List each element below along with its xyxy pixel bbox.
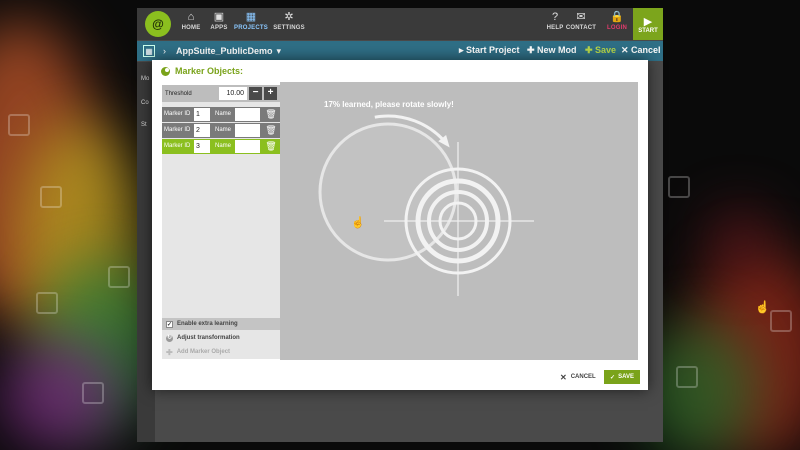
play-icon: ▶: [643, 15, 653, 28]
plus-icon: ✚: [166, 347, 173, 357]
marker-name-input[interactable]: [235, 124, 260, 137]
cancel-button[interactable]: ✕ Cancel: [621, 45, 661, 56]
marker-name-input[interactable]: [235, 140, 260, 153]
threshold-row: Threshold 10.00 − +: [162, 85, 280, 102]
projects-icon: ▦: [245, 11, 257, 23]
new-mod-button[interactable]: ✚ New Mod: [527, 45, 577, 56]
marker-id-input[interactable]: 3: [194, 140, 210, 153]
start-button[interactable]: ▶ START: [633, 8, 663, 40]
marker-name-input[interactable]: [235, 108, 260, 121]
side-panel-item[interactable]: St: [141, 122, 147, 128]
home-icon: ⌂: [187, 11, 195, 23]
side-panel-item[interactable]: Mo: [141, 76, 149, 82]
rotation-guide-graphic: ☝: [318, 114, 534, 296]
extra-learning-label: Enable extra learning: [177, 321, 238, 327]
nav-login-label: LOGIN: [607, 25, 627, 31]
dialog-title: Marker Objects:: [161, 66, 243, 76]
nav-login[interactable]: 🔒 LOGIN: [597, 10, 637, 31]
top-navigation-bar: @ ⌂ HOME ▣ APPS ▦ PROJECTS ✲ SETTINGS ? …: [137, 8, 663, 40]
enable-extra-learning-checkbox[interactable]: ✓ Enable extra learning: [162, 318, 280, 330]
marker-row[interactable]: Marker ID 1 Name 🗑: [162, 107, 280, 122]
dialog-save-label: SAVE: [618, 374, 634, 380]
marker-name-label: Name: [215, 127, 232, 133]
camera-viewport[interactable]: 17% learned, please rotate slowly! ☝: [280, 82, 638, 360]
marker-id-label: Marker ID: [164, 143, 191, 149]
grid-menu-icon[interactable]: ▦: [143, 45, 155, 57]
adjust-transformation-button[interactable]: ↻ Adjust transformation: [162, 332, 280, 344]
marker-name-label: Name: [215, 111, 232, 117]
start-label: START: [638, 27, 658, 34]
help-icon: ?: [551, 11, 559, 23]
marker-id-input[interactable]: 1: [194, 108, 210, 121]
threshold-decrease-button[interactable]: −: [249, 87, 262, 100]
apps-icon: ▣: [213, 11, 225, 23]
adjust-transformation-label: Adjust transformation: [177, 335, 240, 341]
project-name[interactable]: AppSuite_PublicDemo: [176, 46, 273, 56]
lock-icon: 🔒: [610, 11, 624, 23]
marker-row-selected[interactable]: Marker ID 3 Name 🗑: [162, 139, 280, 154]
nav-home-label: HOME: [181, 25, 201, 31]
marker-name-label: Name: [215, 143, 232, 149]
nav-projects[interactable]: ▦ PROJECTS: [231, 10, 271, 31]
chevron-right-icon: ›: [163, 46, 166, 56]
side-panel-item[interactable]: Co: [141, 100, 149, 106]
save-button[interactable]: ✚ Save: [585, 45, 616, 56]
threshold-increase-button[interactable]: +: [264, 87, 277, 100]
dialog-cancel-label: CANCEL: [570, 374, 596, 380]
checkbox-icon: ✓: [166, 320, 173, 328]
hand-cursor-icon: ☝: [351, 215, 365, 229]
trash-icon[interactable]: 🗑: [265, 125, 277, 136]
nav-contact[interactable]: ✉ CONTACT: [561, 10, 601, 31]
marker-id-label: Marker ID: [164, 111, 191, 117]
mouse-cursor-icon: ☝: [755, 300, 770, 314]
marker-icon: [161, 66, 170, 76]
gear-icon: ✲: [284, 11, 294, 23]
nav-apps-label: APPS: [210, 25, 228, 31]
marker-list-panel: Threshold 10.00 − + Marker ID 1 Name 🗑 M…: [162, 85, 280, 359]
nav-projects-label: PROJECTS: [234, 25, 268, 31]
add-marker-object-button[interactable]: ✚ Add Marker Object: [162, 346, 280, 358]
marker-id-label: Marker ID: [164, 127, 191, 133]
nav-contact-label: CONTACT: [565, 25, 597, 31]
dialog-title-text: Marker Objects:: [175, 66, 244, 76]
app-logo[interactable]: @: [145, 11, 171, 37]
transform-icon: ↻: [166, 334, 173, 342]
nav-settings[interactable]: ✲ SETTINGS: [269, 10, 309, 31]
threshold-input[interactable]: 10.00: [219, 87, 247, 100]
dialog-cancel-button[interactable]: ✕ CANCEL: [560, 370, 596, 384]
marker-objects-dialog: Marker Objects: Threshold 10.00 − + Mark…: [152, 60, 648, 390]
threshold-label: Threshold: [165, 90, 192, 97]
close-icon: ✕: [560, 372, 567, 382]
nav-settings-label: SETTINGS: [273, 25, 305, 31]
start-project-button[interactable]: ▸ Start Project: [459, 45, 520, 56]
chevron-down-icon[interactable]: ▾: [277, 46, 282, 57]
project-bar: ▦ › AppSuite_PublicDemo ▾ ▸ Start Projec…: [137, 41, 663, 61]
check-icon: ✓: [610, 374, 616, 381]
mail-icon: ✉: [576, 11, 586, 23]
marker-id-input[interactable]: 2: [194, 124, 210, 137]
trash-icon[interactable]: 🗑: [265, 109, 277, 120]
add-marker-label: Add Marker Object: [176, 349, 231, 355]
trash-icon[interactable]: 🗑: [265, 141, 277, 152]
dialog-save-button[interactable]: ✓ SAVE: [604, 370, 640, 384]
marker-row[interactable]: Marker ID 2 Name 🗑: [162, 123, 280, 138]
